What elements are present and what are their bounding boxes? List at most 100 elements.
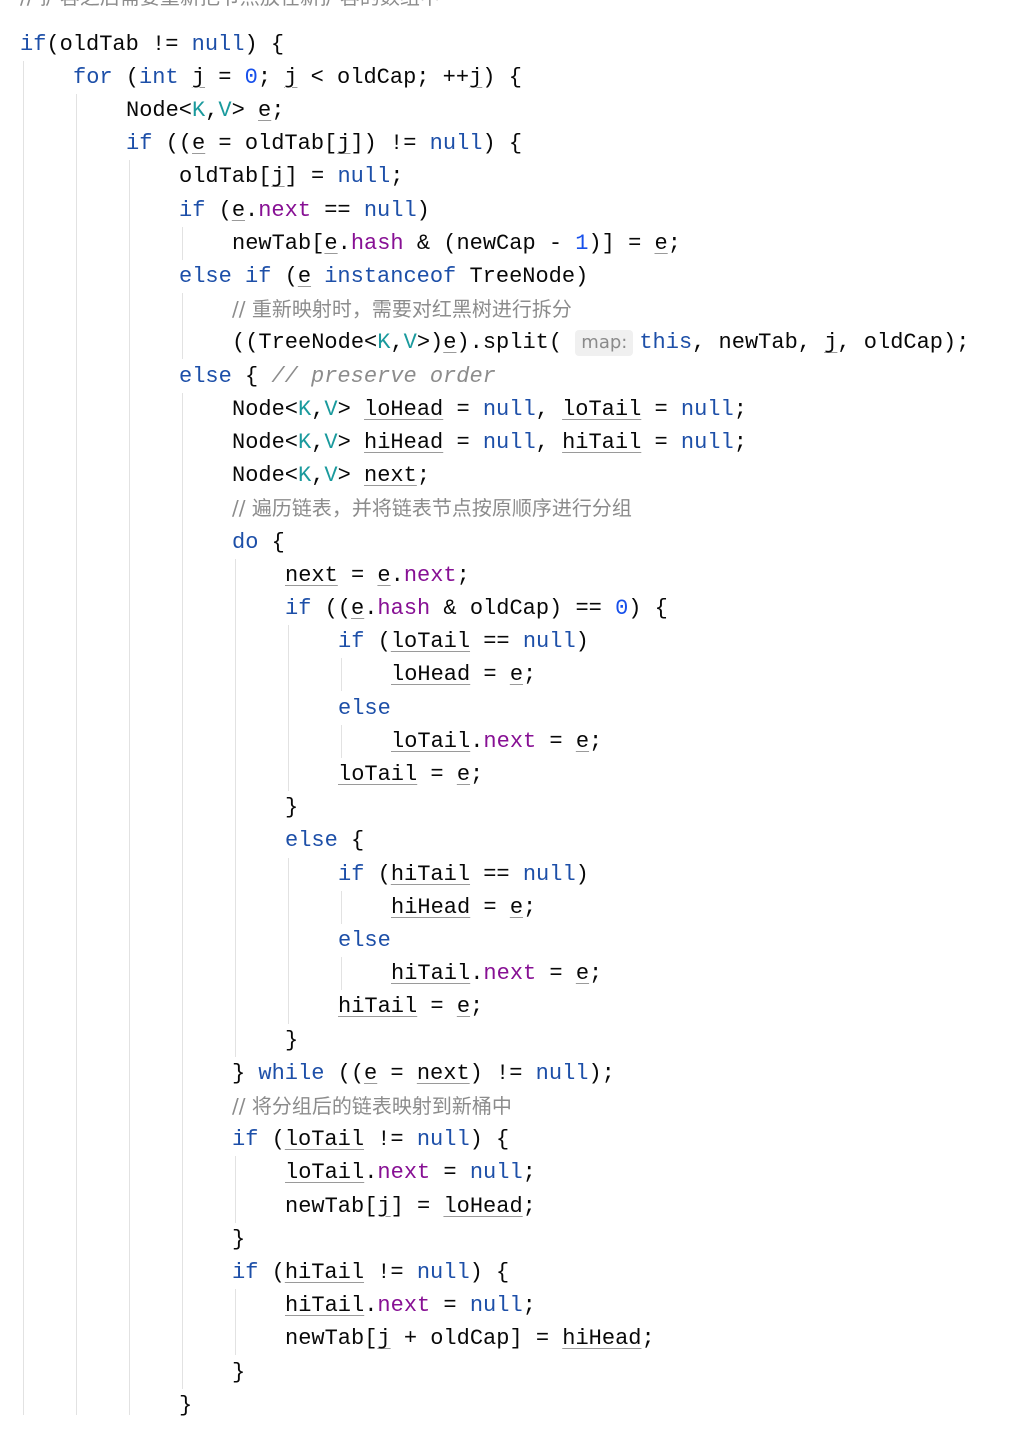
code-line[interactable]: } (285, 791, 298, 824)
code-line[interactable]: hiTail.next = null; (285, 1289, 536, 1322)
code-line[interactable]: } (285, 1024, 298, 1057)
keyword: while (258, 1060, 325, 1086)
keyword: else if (179, 263, 272, 289)
code-text: == (470, 629, 523, 655)
code-line[interactable]: Node<K,V> next; (232, 459, 430, 492)
code-line[interactable]: newTab[j] = loHead; (285, 1190, 536, 1223)
code-line[interactable]: Node<K,V> e; (126, 94, 284, 127)
code-text: Node< (232, 429, 299, 455)
code-text: = (417, 994, 457, 1020)
code-line[interactable]: loTail.next = e; (391, 725, 602, 758)
code-text: >) (416, 330, 444, 356)
code-line[interactable]: ((TreeNode<K,V>)e).split( map: this, newT… (232, 326, 969, 359)
field-name: next (403, 562, 457, 588)
code-text: } (232, 1060, 259, 1086)
code-line[interactable]: loTail.next = null; (285, 1156, 536, 1189)
indent-guide (288, 857, 289, 1024)
code-line[interactable]: Node<K,V> hiHead = null, hiTail = null; (232, 426, 747, 459)
code-editor[interactable]: // 扩容之后需要重新把节点放在新扩容的数组中 if(oldTab != nul… (0, 0, 1016, 1432)
indent-guide (341, 890, 342, 924)
code-text: > (337, 396, 365, 422)
keyword: null (416, 1259, 470, 1285)
code-line[interactable]: else { (285, 824, 364, 857)
code-text: ) { (469, 1127, 510, 1153)
code-line[interactable]: oldTab[j] = null; (179, 160, 403, 193)
code-text: ) { (244, 31, 285, 57)
code-line[interactable]: else (338, 924, 391, 957)
indent-guide (129, 160, 130, 1415)
code-line[interactable]: if ((e.hash & oldCap) == 0) { (285, 592, 668, 625)
code-line[interactable]: if (hiTail == null) (338, 858, 589, 891)
code-line[interactable]: } while ((e = next) != null); (232, 1057, 615, 1090)
code-line[interactable]: else (338, 692, 391, 725)
code-text: = (470, 894, 510, 920)
code-line[interactable]: if (loTail == null) (338, 625, 589, 658)
code-text: ( (271, 263, 298, 289)
variable: loHead (443, 1193, 523, 1219)
code-line[interactable]: for (int j = 0; j < oldCap; ++j) { (73, 61, 522, 94)
code-line[interactable]: newTab[e.hash & (newCap - 1)] = e; (232, 227, 681, 260)
code-line[interactable]: Node<K,V> loHead = null, loTail = null; (232, 393, 747, 426)
code-text: ; (522, 1160, 536, 1186)
keyword: if (338, 861, 365, 887)
keyword: null (469, 1160, 523, 1186)
code-text: . (337, 230, 351, 256)
field-name: next (258, 197, 312, 223)
code-text: ) { (628, 595, 668, 621)
variable: hiHead (391, 894, 471, 920)
code-text: , (311, 429, 325, 455)
variable: e (364, 1060, 378, 1086)
code-text: ; (470, 994, 484, 1020)
code-text: != (364, 1259, 417, 1285)
variable: e (258, 97, 272, 123)
code-text: ; (733, 429, 747, 455)
variable: e (575, 728, 590, 754)
code-line[interactable]: if (hiTail != null) { (232, 1256, 509, 1289)
code-text: { (258, 529, 285, 555)
code-line[interactable]: else { // preserve order (179, 360, 496, 393)
clipped-comment-line: // 扩容之后需要重新把节点放在新扩容的数组中 (20, 0, 440, 14)
code-line[interactable]: // 遍历链表，并将链表节点按原顺序进行分组 (232, 492, 632, 525)
code-line[interactable]: do { (232, 526, 285, 559)
code-line[interactable]: hiTail.next = e; (391, 957, 602, 990)
code-line[interactable]: hiHead = e; (391, 891, 536, 924)
code-line[interactable]: if (e.next == null) (179, 194, 430, 227)
code-line[interactable]: // 重新映射时，需要对红黑树进行拆分 (232, 293, 572, 326)
variable: j (824, 330, 838, 356)
code-line[interactable]: hiTail = e; (338, 990, 483, 1023)
code-text: newTab[ (285, 1193, 378, 1219)
code-text: (( (152, 131, 193, 157)
comment: // preserve order (271, 363, 496, 389)
code-line[interactable]: else if (e instanceof TreeNode) (179, 260, 588, 293)
code-line[interactable]: next = e.next; (285, 559, 470, 592)
code-text: , (205, 97, 219, 123)
code-text: ; (456, 562, 470, 588)
code-text: ( (205, 197, 232, 223)
code-text: . (245, 197, 259, 223)
code-line[interactable]: if ((e = oldTab[j]) != null) { (126, 127, 522, 160)
code-line[interactable]: if(oldTab != null) { (20, 28, 284, 61)
parameter-hint: map: (575, 330, 634, 357)
code-text: = (470, 662, 510, 688)
indent-guide (182, 226, 183, 260)
code-line[interactable]: } (232, 1356, 245, 1389)
code-line[interactable]: } (179, 1389, 192, 1422)
code-line[interactable]: if (loTail != null) { (232, 1123, 509, 1156)
variable: hiHead (562, 1326, 642, 1352)
code-line[interactable]: loTail = e; (338, 758, 483, 791)
code-text: ).split( (456, 330, 576, 356)
code-text: ) { (469, 1259, 510, 1285)
code-text: ; (416, 463, 431, 489)
code-text: < oldCap; ++ (297, 64, 470, 90)
code-line[interactable]: loHead = e; (391, 658, 536, 691)
number-literal: 1 (575, 230, 589, 256)
keyword: instanceof (324, 263, 457, 289)
code-text: ((TreeNode< (232, 330, 378, 356)
variable: hiTail (562, 429, 642, 455)
code-line[interactable]: // 将分组后的链表映射到新桶中 (232, 1090, 512, 1123)
code-line[interactable]: newTab[j + oldCap] = hiHead; (285, 1322, 655, 1355)
field-name: next (377, 1160, 431, 1186)
code-text: (oldTab != (46, 31, 192, 57)
code-line[interactable]: } (232, 1223, 245, 1256)
